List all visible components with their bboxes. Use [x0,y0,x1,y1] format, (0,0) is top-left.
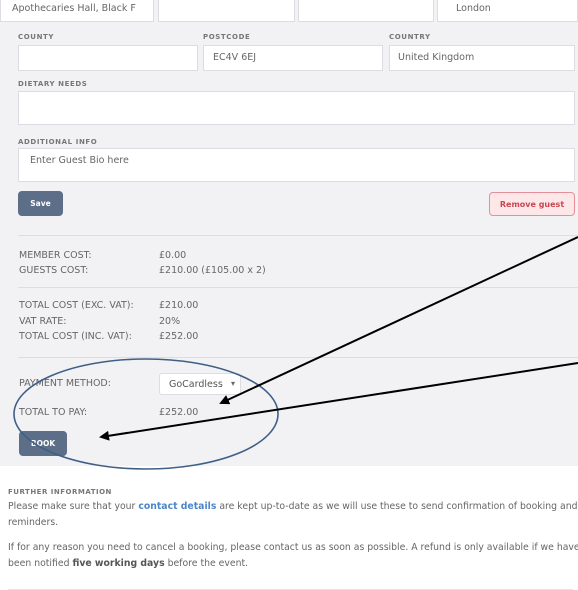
arrow-icon [99,362,578,441]
annotation-overlay [13,236,578,470]
highlight-circle [13,358,279,470]
arrow-icon [219,236,578,405]
